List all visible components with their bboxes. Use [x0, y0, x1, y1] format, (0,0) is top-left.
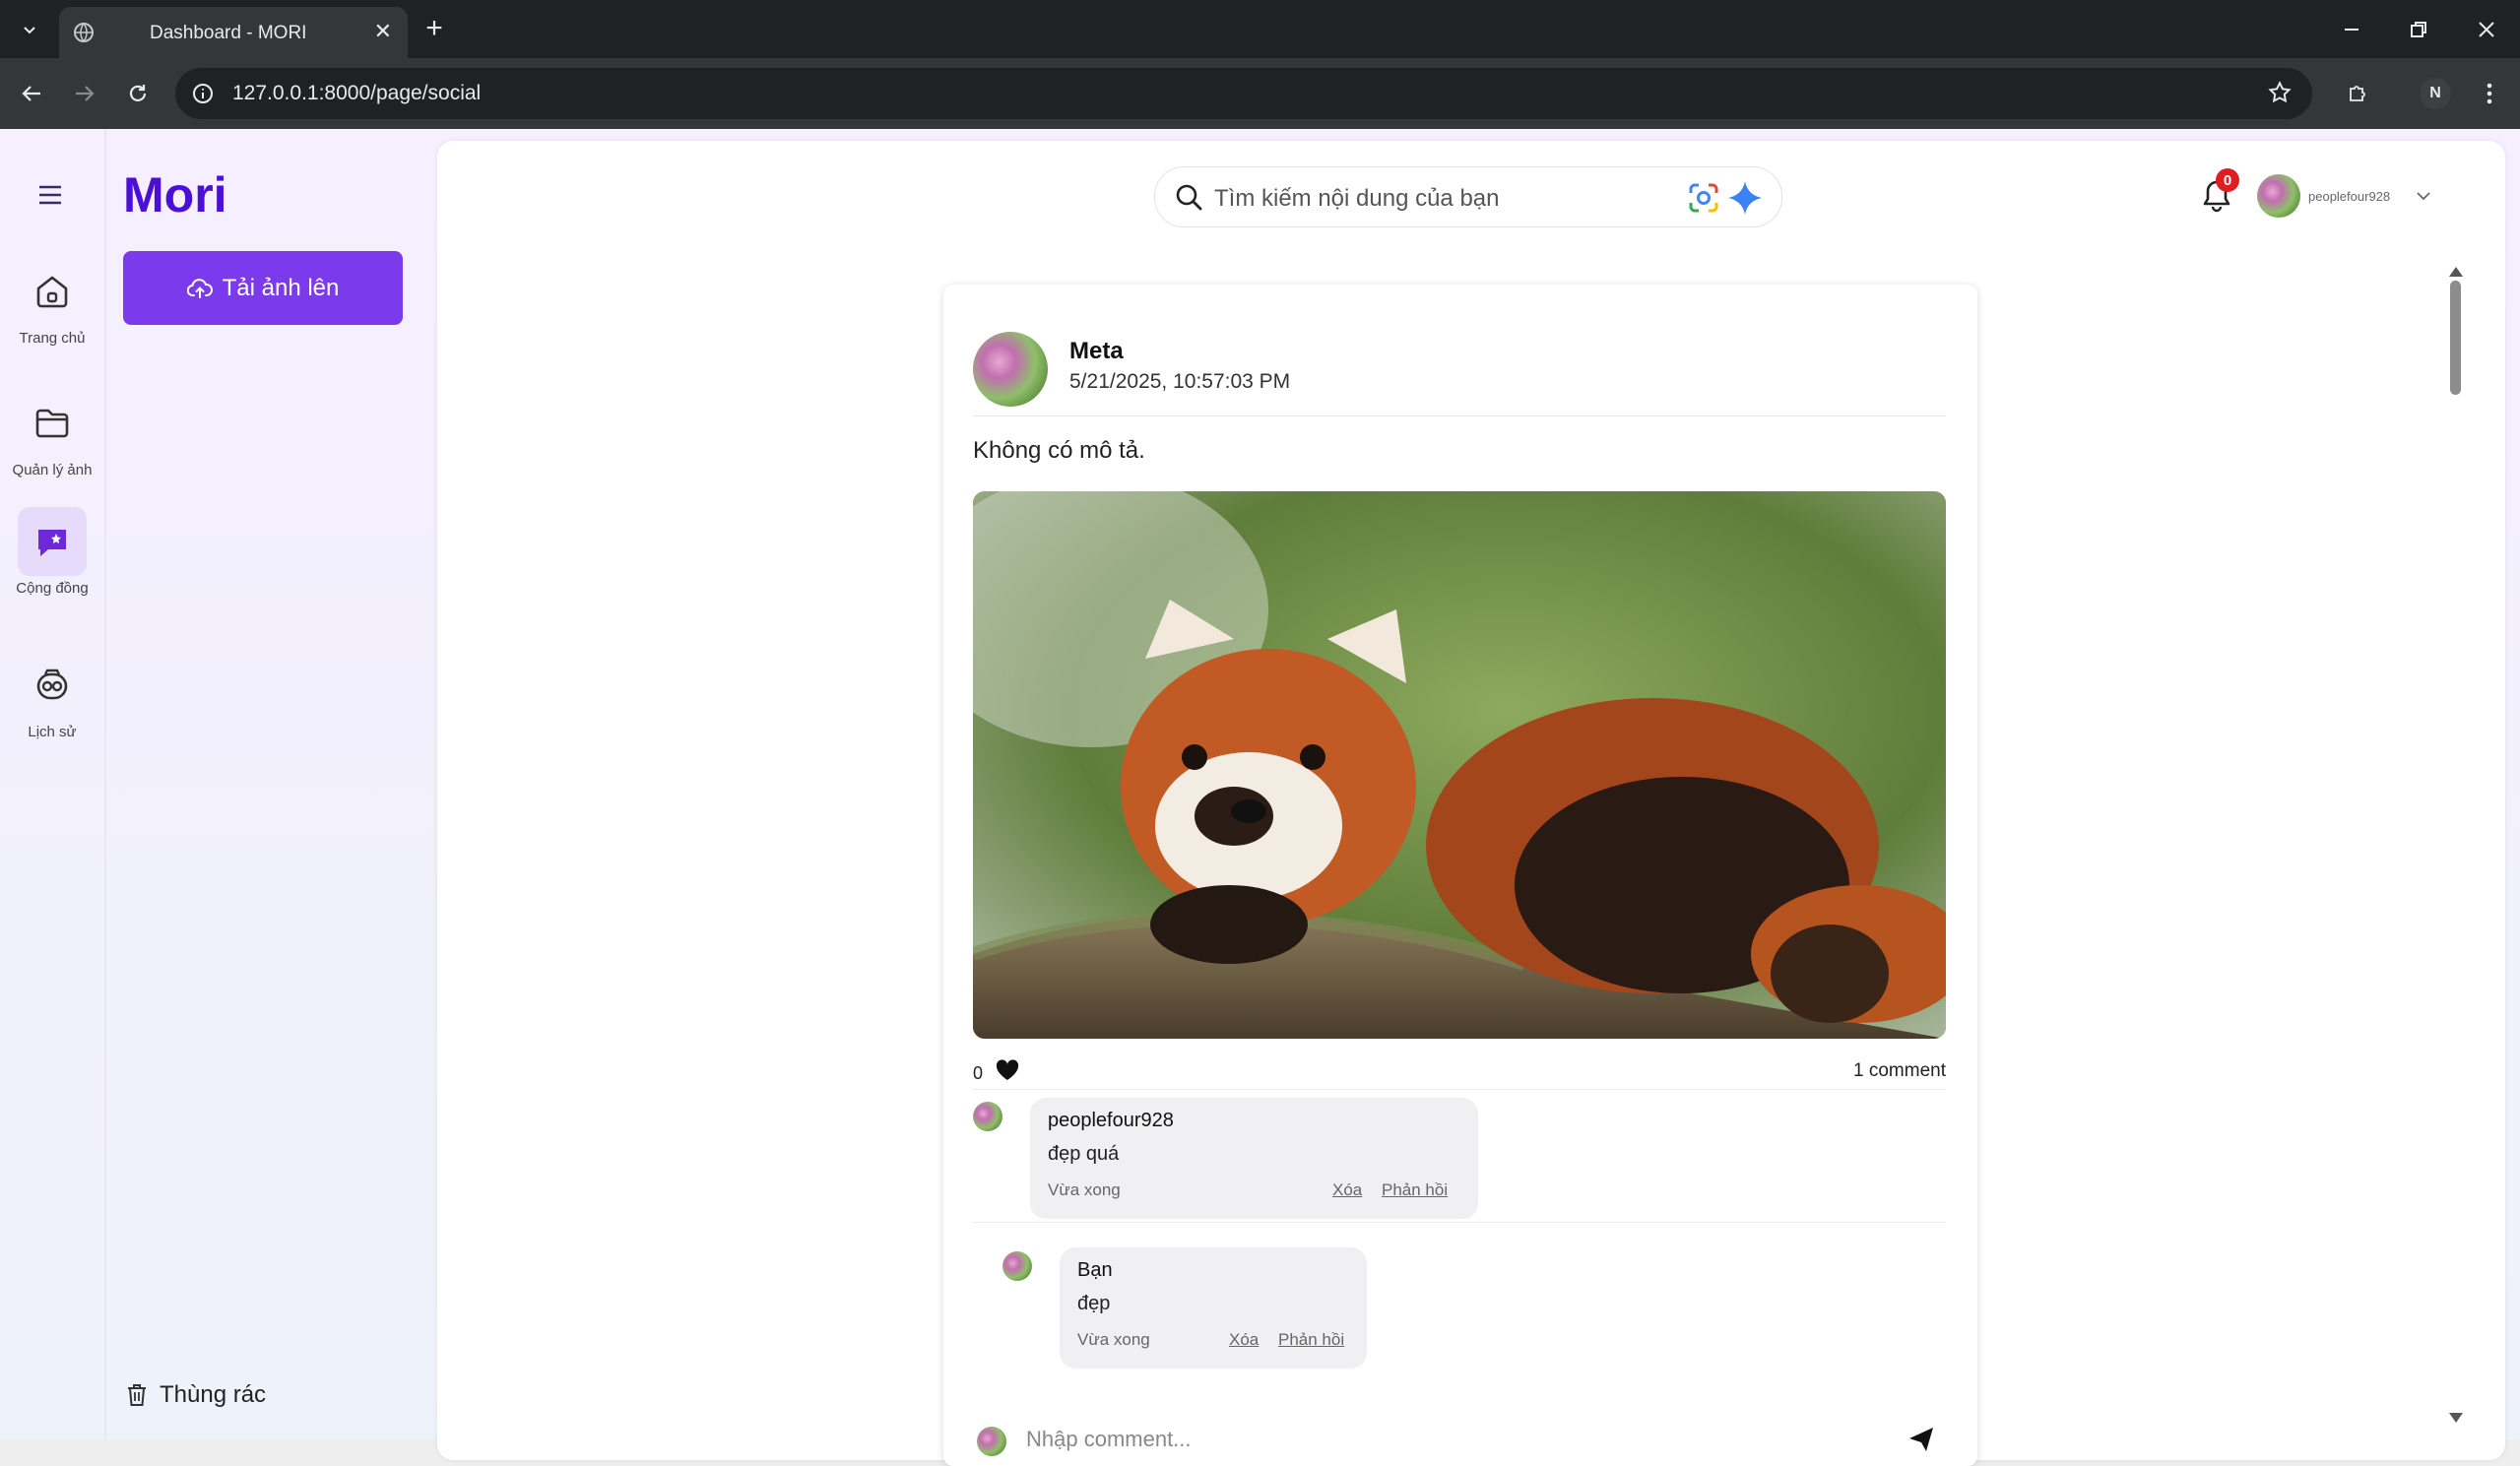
reply-author[interactable]: Bạn — [1077, 1259, 1113, 1282]
app-root: Trang chủ Quản lý ảnh Cộng đồng Lịch sử … — [0, 129, 2520, 1466]
heart-icon[interactable] — [995, 1058, 1020, 1082]
community-icon — [18, 507, 87, 576]
side-panel: Mori Tải ảnh lên Thùng rác — [106, 129, 435, 1439]
scrollbar-thumb[interactable] — [2450, 281, 2461, 395]
scroll-up-arrow-icon[interactable] — [2449, 267, 2463, 277]
brand-logo[interactable]: Mori — [123, 166, 227, 223]
cloud-upload-icon — [186, 278, 213, 298]
reply-reply-link[interactable]: Phản hồi — [1278, 1330, 1344, 1350]
bookmark-star-icon[interactable] — [2267, 80, 2293, 105]
post-timestamp: 5/21/2025, 10:57:03 PM — [1069, 370, 1291, 393]
history-icon — [18, 651, 87, 720]
upload-label: Tải ảnh lên — [222, 274, 340, 301]
reply-text: đẹp — [1077, 1293, 1111, 1314]
nav-item-photo-manager[interactable]: Quản lý ảnh — [0, 389, 104, 478]
image-search-lens-icon[interactable] — [1687, 181, 1720, 215]
delete-comment-link[interactable]: Xóa — [1332, 1180, 1362, 1200]
back-arrow-icon[interactable] — [12, 74, 51, 113]
search-bar[interactable]: Tìm kiếm nội dung của bạn — [1154, 166, 1782, 227]
new-tab-plus-icon[interactable]: + — [418, 12, 451, 45]
main-content: Tìm kiếm nội dung của bạn 0 peoplefour92… — [437, 141, 2505, 1466]
site-info-icon[interactable] — [191, 82, 215, 105]
chevron-down-icon — [2417, 192, 2430, 201]
comment-time: Vừa xong — [1048, 1180, 1121, 1199]
trash-label: Thùng rác — [160, 1381, 267, 1408]
nav-label-photo-manager: Quản lý ảnh — [12, 462, 93, 478]
folder-icon — [18, 389, 87, 458]
home-icon — [18, 257, 87, 326]
browser-profile-avatar[interactable]: N — [2420, 78, 2451, 109]
extensions-puzzle-icon[interactable] — [2338, 74, 2377, 113]
comment-text: đẹp quá — [1048, 1143, 1120, 1165]
reply-comment-link[interactable]: Phản hồi — [1382, 1180, 1448, 1200]
trash-icon — [128, 1384, 146, 1406]
search-input[interactable]: Tìm kiếm nội dung của bạn — [1214, 185, 1500, 213]
reply-time: Vừa xong — [1077, 1330, 1150, 1349]
divider — [973, 1089, 1946, 1090]
trash-link[interactable]: Thùng rác — [126, 1381, 266, 1409]
comment-input[interactable]: Nhập comment... — [1026, 1427, 1192, 1452]
forward-arrow-icon[interactable] — [65, 74, 104, 113]
reply-avatar — [1002, 1251, 1032, 1281]
tab-search-chevron-icon[interactable] — [12, 12, 47, 47]
like-count: 0 — [973, 1063, 984, 1083]
address-bar[interactable]: 127.0.0.1:8000/page/social — [175, 68, 2312, 119]
user-avatar — [2257, 174, 2300, 218]
post-description: Không có mô tả. — [973, 437, 1145, 464]
browser-tab-bar: Dashboard - MORI ✕ + — [0, 0, 2520, 58]
nav-label-community: Cộng đồng — [16, 580, 89, 597]
divider — [973, 1222, 1946, 1223]
red-panda-illustration — [973, 491, 1946, 1039]
post-card: Meta 5/21/2025, 10:57:03 PM Không có mô … — [943, 285, 1977, 1466]
globe-icon — [74, 23, 94, 42]
scroll-down-arrow-icon[interactable] — [2449, 1413, 2463, 1423]
url-text: 127.0.0.1:8000/page/social — [232, 82, 482, 104]
nav-item-community[interactable]: Cộng đồng — [0, 507, 104, 597]
browser-menu-kebab-icon[interactable] — [2470, 74, 2509, 113]
tab-close-icon[interactable]: ✕ — [374, 19, 392, 44]
user-menu[interactable]: peoplefour928 — [2257, 174, 2431, 218]
ai-sparkle-icon[interactable] — [1726, 179, 1764, 217]
username-label: peoplefour928 — [2308, 188, 2391, 204]
icon-rail: Trang chủ Quản lý ảnh Cộng đồng Lịch sử — [0, 129, 104, 1439]
nav-item-home[interactable]: Trang chủ — [0, 257, 104, 347]
post-image[interactable] — [973, 491, 1946, 1039]
upload-photo-button[interactable]: Tải ảnh lên — [123, 251, 403, 325]
minimize-icon[interactable] — [2332, 14, 2371, 45]
browser-toolbar: 127.0.0.1:8000/page/social N — [0, 58, 2520, 129]
comment-bubble: peoplefour928 đẹp quá Vừa xong Xóa Phản … — [1030, 1098, 1478, 1219]
restore-icon[interactable] — [2399, 14, 2438, 45]
nav-label-home: Trang chủ — [19, 330, 86, 347]
reply-bubble: Bạn đẹp Vừa xong Xóa Phản hồi — [1060, 1247, 1367, 1369]
commenter-avatar — [977, 1427, 1006, 1456]
hamburger-menu-icon[interactable] — [37, 184, 65, 211]
browser-tab[interactable]: Dashboard - MORI ✕ — [59, 7, 408, 58]
divider — [973, 415, 1946, 416]
notification-count-badge: 0 — [2216, 168, 2239, 192]
reload-icon[interactable] — [118, 74, 158, 113]
delete-reply-link[interactable]: Xóa — [1229, 1330, 1259, 1350]
nav-item-history[interactable]: Lịch sử — [0, 651, 104, 740]
post-author-name[interactable]: Meta — [1069, 338, 1124, 365]
tab-title: Dashboard - MORI — [150, 23, 307, 43]
nav-label-history: Lịch sử — [28, 724, 77, 740]
send-icon[interactable] — [1906, 1425, 1936, 1454]
search-icon — [1176, 184, 1202, 211]
comment-avatar — [973, 1102, 1002, 1131]
post-author-avatar[interactable] — [973, 332, 1048, 407]
comment-count[interactable]: 1 comment — [1853, 1060, 1946, 1082]
comment-input-row: Nhập comment... — [973, 1425, 1946, 1464]
comment-author[interactable]: peoplefour928 — [1048, 1110, 1174, 1132]
window-close-icon[interactable] — [2467, 14, 2506, 45]
